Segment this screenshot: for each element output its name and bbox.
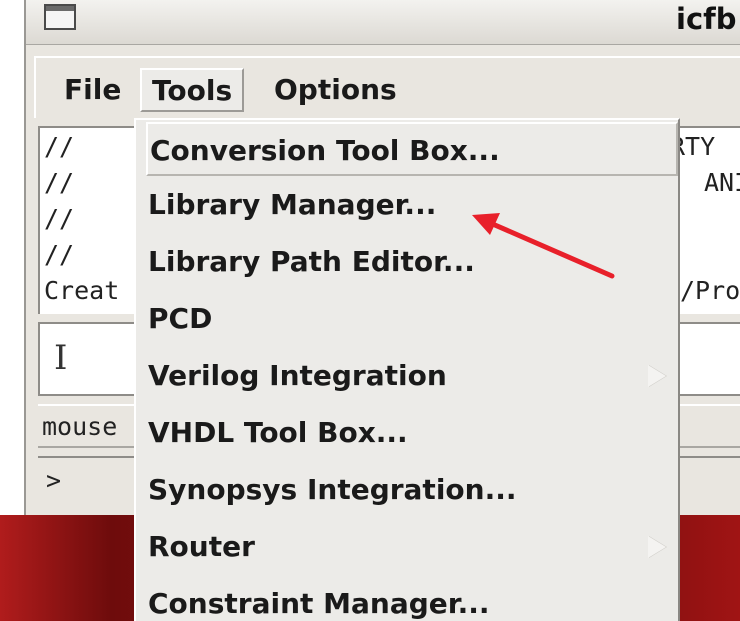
menu-item-label: Verilog Integration: [148, 359, 447, 392]
menu-item-conversion-tool-box[interactable]: Conversion Tool Box...: [146, 122, 678, 176]
menu-options[interactable]: Options: [264, 70, 407, 110]
menu-item-label: Constraint Manager...: [148, 587, 490, 620]
submenu-arrow-icon: [648, 536, 666, 558]
tools-dropdown-menu: Conversion Tool Box... Library Manager..…: [134, 118, 680, 621]
window-title: icfb: [676, 2, 737, 36]
menu-item-verilog-integration[interactable]: Verilog Integration: [146, 349, 676, 403]
menu-bar: File Tools Options: [34, 56, 740, 118]
submenu-arrow-icon: [648, 365, 666, 387]
log-line: //: [44, 240, 75, 269]
log-line: //: [44, 168, 75, 197]
menu-item-library-path-editor[interactable]: Library Path Editor...: [146, 235, 676, 289]
menu-item-label: Conversion Tool Box...: [150, 134, 500, 167]
menu-item-label: Library Manager...: [148, 188, 437, 221]
menu-item-constraint-manager[interactable]: Constraint Manager...: [146, 577, 676, 621]
prompt-symbol: >: [46, 466, 62, 495]
text-cursor-icon: I: [54, 338, 68, 378]
log-fragment: /Pro: [680, 276, 740, 305]
menu-item-label: VHDL Tool Box...: [148, 416, 408, 449]
menu-item-synopsys-integration[interactable]: Synopsys Integration...: [146, 463, 676, 517]
menu-item-library-manager[interactable]: Library Manager...: [146, 178, 676, 232]
log-fragment: ANI: [704, 168, 740, 197]
menu-item-vhdl-tool-box[interactable]: VHDL Tool Box...: [146, 406, 676, 460]
menu-item-label: PCD: [148, 302, 213, 335]
menu-tools[interactable]: Tools: [140, 68, 245, 112]
menu-item-router[interactable]: Router: [146, 520, 676, 574]
menu-item-label: Router: [148, 530, 255, 563]
log-line: Creat: [44, 276, 120, 305]
menu-item-label: Synopsys Integration...: [148, 473, 517, 506]
menu-file[interactable]: File: [54, 70, 131, 110]
mouse-status-text: mouse: [42, 412, 118, 441]
menu-item-pcd[interactable]: PCD: [146, 292, 676, 346]
title-bar[interactable]: icfb: [26, 0, 740, 45]
window-menu-icon[interactable]: [44, 4, 76, 30]
log-line: //: [44, 132, 75, 161]
menu-item-label: Library Path Editor...: [148, 245, 475, 278]
log-line: //: [44, 204, 75, 233]
